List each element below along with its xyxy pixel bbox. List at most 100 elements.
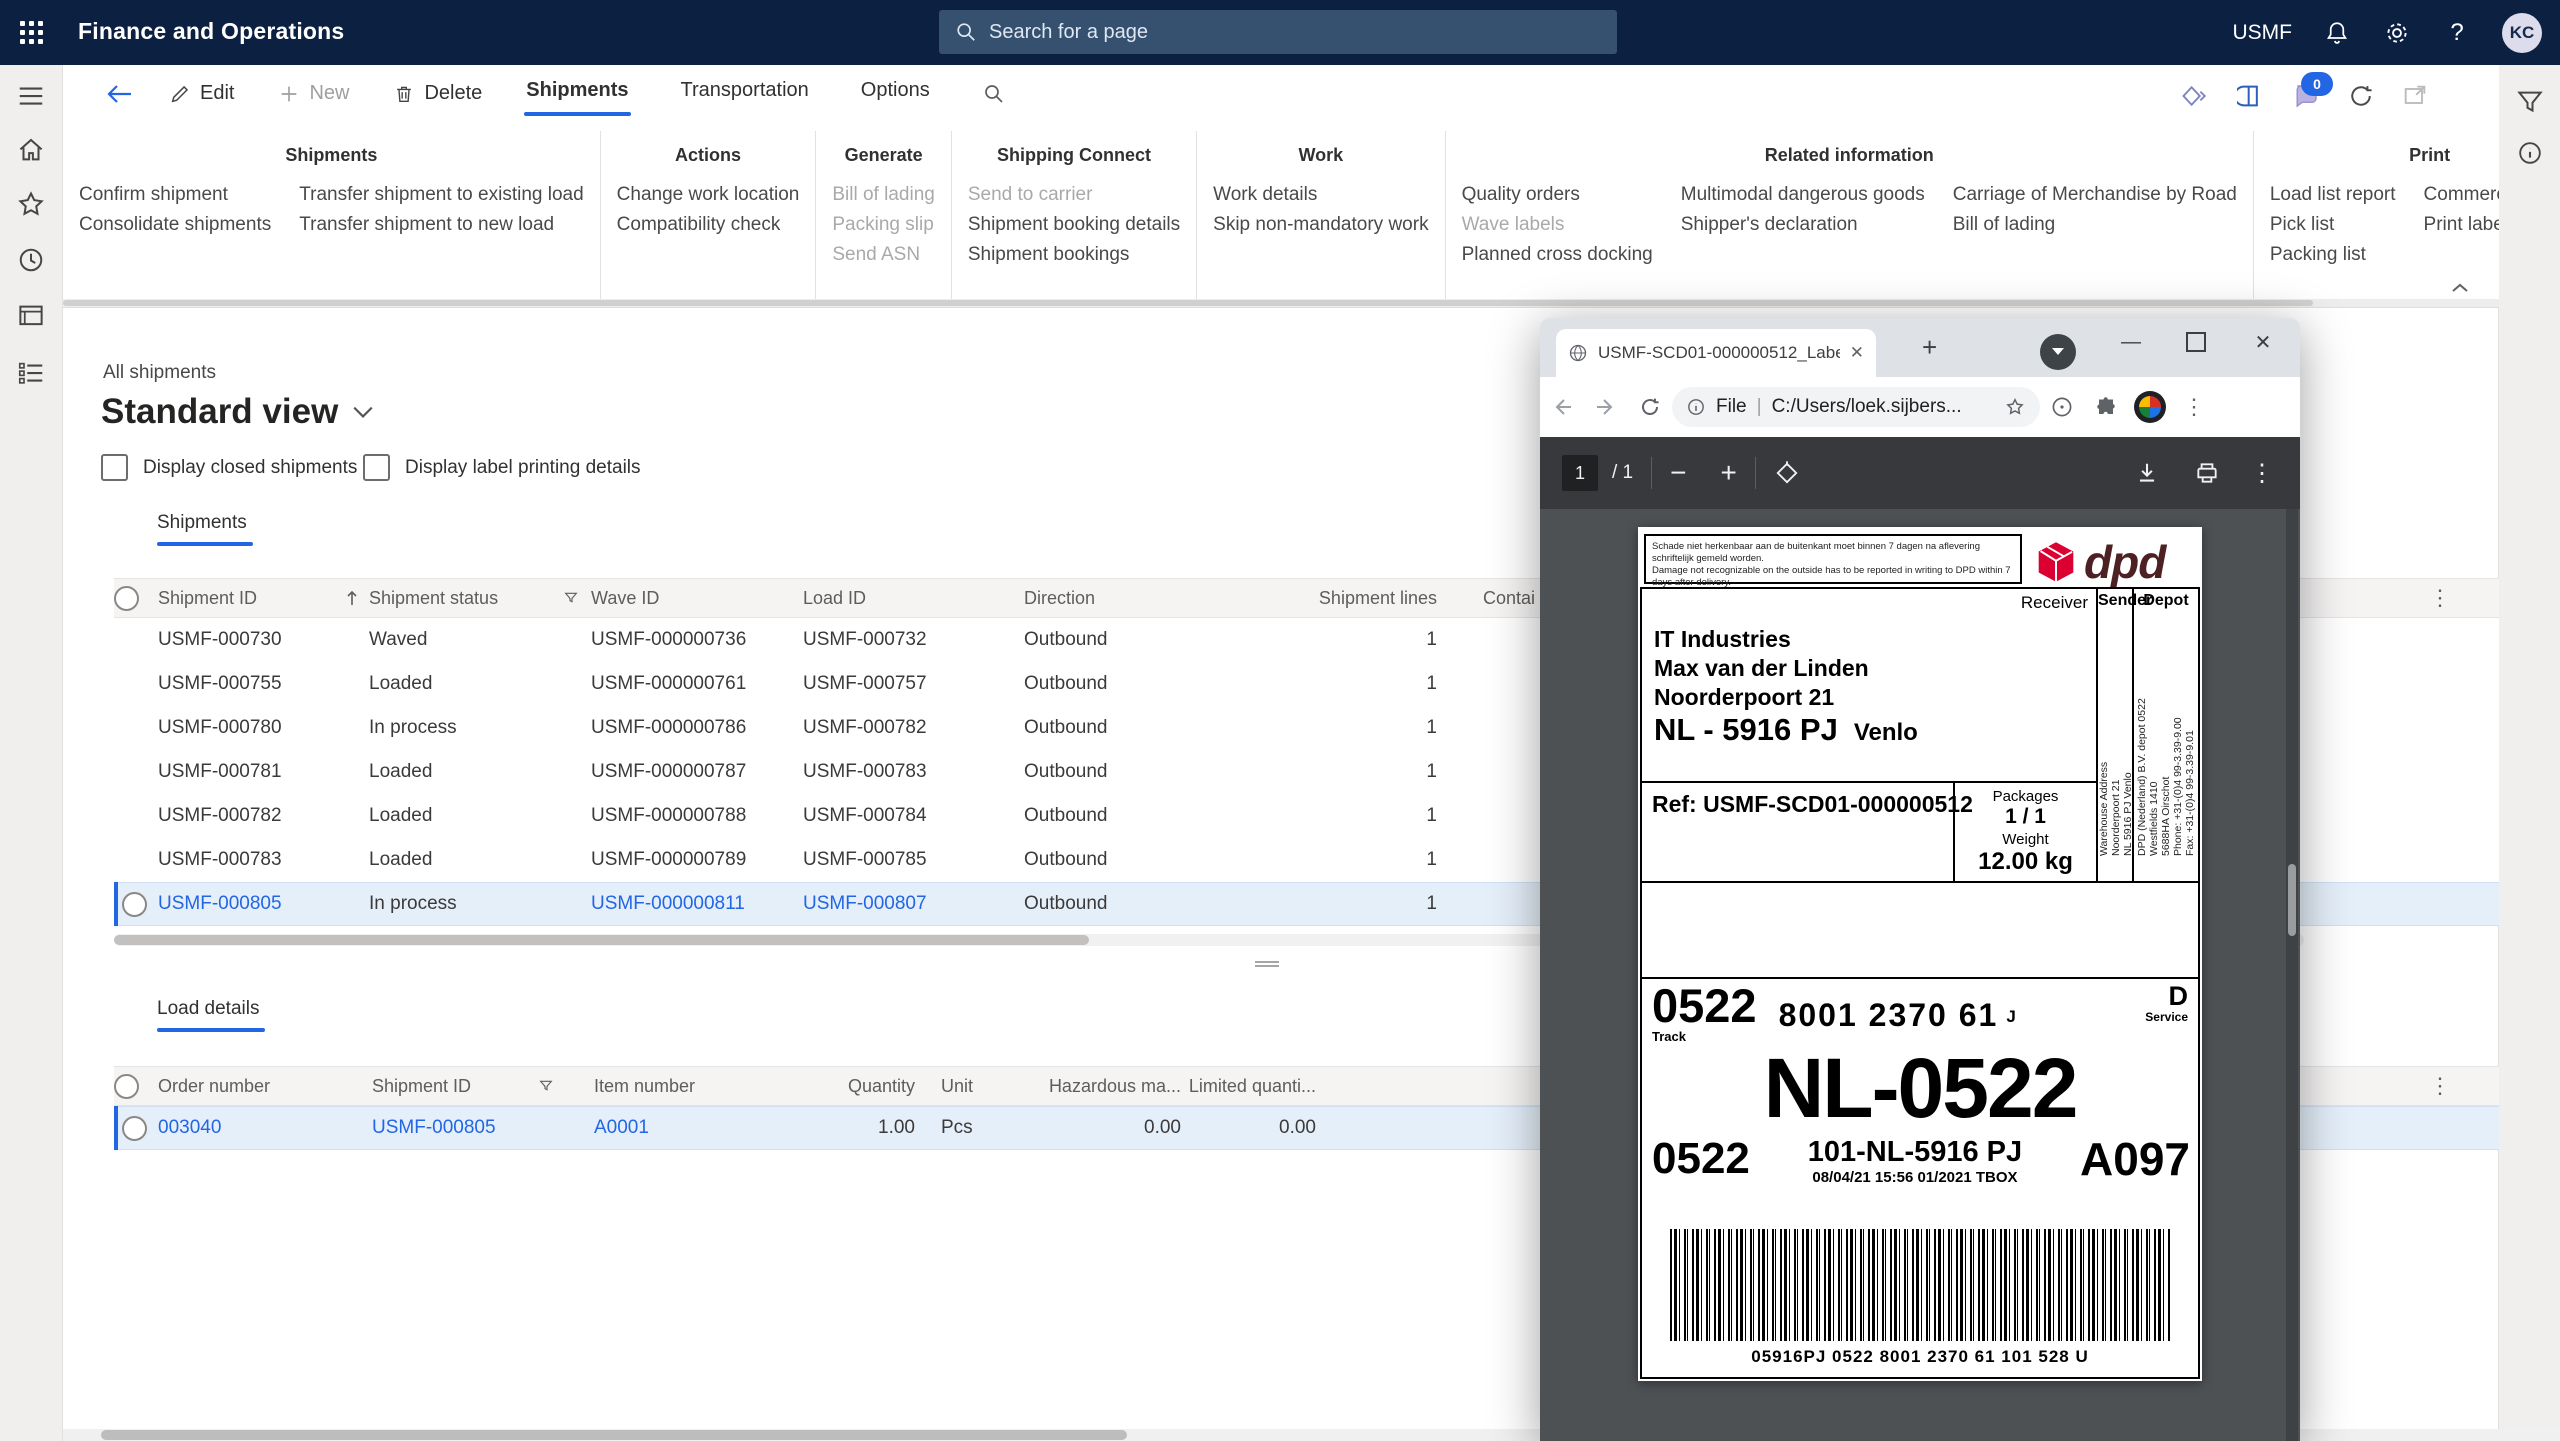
edit-button[interactable]: Edit bbox=[169, 82, 234, 105]
column-header-shipment-id[interactable]: Shipment ID bbox=[372, 1076, 562, 1097]
grid-options-kebab-icon[interactable]: ⋮ bbox=[2429, 1073, 2451, 1099]
maximize-window-icon[interactable] bbox=[2165, 318, 2227, 366]
section-tab-load-details[interactable]: Load details bbox=[157, 998, 266, 1032]
menu-item[interactable]: Skip non-mandatory work bbox=[1213, 210, 1428, 240]
address-input[interactable]: File | C:/Users/loek.sijbers... bbox=[1672, 387, 2040, 427]
order-number-link[interactable]: 003040 bbox=[158, 1117, 372, 1139]
menu-item[interactable]: Change work location bbox=[617, 180, 800, 210]
fit-to-page-icon[interactable] bbox=[1774, 460, 1800, 486]
select-all-radio[interactable] bbox=[114, 1073, 139, 1099]
pdf-scrollbar[interactable] bbox=[2286, 509, 2298, 1441]
company-picker[interactable]: USMF bbox=[2233, 21, 2293, 45]
column-header-load-id[interactable]: Load ID bbox=[803, 588, 1024, 609]
zoom-out-icon[interactable]: − bbox=[1670, 457, 1686, 489]
page-info-icon[interactable] bbox=[1686, 397, 1706, 417]
menu-item[interactable]: Work details bbox=[1213, 180, 1428, 210]
menu-item[interactable]: Confirm shipment bbox=[79, 180, 271, 210]
column-header-wave-id[interactable]: Wave ID bbox=[591, 588, 803, 609]
menu-item[interactable]: Bill of lading bbox=[1953, 210, 2237, 240]
checkbox-display-label-printing-details[interactable]: Display label printing details bbox=[363, 454, 641, 481]
shipment-id-link[interactable]: USMF-000805 bbox=[372, 1117, 562, 1139]
browser-reload-icon[interactable] bbox=[1628, 385, 1672, 429]
menu-item[interactable]: Load list report bbox=[2270, 180, 2396, 210]
new-tab-button[interactable]: + bbox=[1922, 334, 1937, 360]
menu-item[interactable]: Planned cross docking bbox=[1462, 240, 1653, 270]
section-tab-shipments[interactable]: Shipments bbox=[157, 512, 253, 546]
recent-clock-icon[interactable] bbox=[16, 245, 46, 275]
checkbox[interactable] bbox=[101, 454, 128, 481]
hamburger-menu-icon[interactable] bbox=[16, 81, 46, 111]
tab-shipments[interactable]: Shipments bbox=[524, 79, 631, 116]
collapse-ribbon-chevron-icon[interactable] bbox=[2450, 281, 2470, 295]
menu-item[interactable]: Commercial invoice bbox=[2424, 180, 2499, 210]
refresh-icon[interactable] bbox=[2347, 82, 2375, 110]
row-radio[interactable] bbox=[122, 891, 147, 917]
browser-profile-avatar[interactable] bbox=[2128, 385, 2172, 429]
menu-item[interactable]: Carriage of Merchandise by Road bbox=[1953, 180, 2237, 210]
favorites-star-icon[interactable] bbox=[16, 189, 46, 219]
help-icon[interactable]: ? bbox=[2442, 18, 2472, 48]
checkbox-display-closed-shipments[interactable]: Display closed shipments bbox=[101, 454, 357, 481]
column-header-shipment-status[interactable]: Shipment status bbox=[369, 588, 591, 609]
browser-tab[interactable]: USMF-SCD01-000000512_Labe ✕ bbox=[1556, 329, 1876, 377]
menu-item[interactable]: Shipper's declaration bbox=[1681, 210, 1925, 240]
splitter-handle[interactable] bbox=[1254, 958, 1280, 970]
menu-item[interactable]: Print label bbox=[2424, 210, 2499, 240]
info-icon[interactable] bbox=[2516, 139, 2544, 167]
column-header-limited[interactable]: Limited quanti... bbox=[1181, 1076, 1316, 1097]
delete-button[interactable]: Delete bbox=[393, 82, 482, 105]
menu-item[interactable]: Multimodal dangerous goods bbox=[1681, 180, 1925, 210]
menu-item[interactable]: Compatibility check bbox=[617, 210, 800, 240]
download-icon[interactable] bbox=[2134, 460, 2160, 486]
menu-item[interactable]: Transfer shipment to existing load bbox=[299, 180, 583, 210]
menu-item[interactable]: Shipment booking details bbox=[968, 210, 1180, 240]
browser-forward-icon[interactable] bbox=[1584, 385, 1628, 429]
column-header-shipment-id[interactable]: Shipment ID bbox=[158, 588, 369, 609]
column-header-hazardous[interactable]: Hazardous ma... bbox=[1021, 1076, 1181, 1097]
ribbon-scrollbar[interactable] bbox=[63, 299, 2499, 308]
browser-back-icon[interactable] bbox=[1540, 385, 1584, 429]
column-header-order-number[interactable]: Order number bbox=[158, 1076, 372, 1097]
select-all-radio[interactable] bbox=[114, 585, 139, 611]
tab-options[interactable]: Options bbox=[861, 79, 930, 108]
reading-list-icon[interactable] bbox=[2040, 385, 2084, 429]
waffle-apps-icon[interactable] bbox=[20, 21, 44, 45]
download-progress-icon[interactable] bbox=[2040, 334, 2076, 370]
menu-item[interactable]: Transfer shipment to new load bbox=[299, 210, 583, 240]
checkbox[interactable] bbox=[363, 454, 390, 481]
menu-item[interactable]: Consolidate shipments bbox=[79, 210, 271, 240]
menu-item[interactable]: Shipment bookings bbox=[968, 240, 1180, 270]
close-window-icon[interactable]: ✕ bbox=[2232, 318, 2294, 366]
view-title[interactable]: Standard view bbox=[101, 392, 374, 432]
grid-options-kebab-icon[interactable]: ⋮ bbox=[2429, 585, 2451, 611]
zoom-in-icon[interactable]: + bbox=[1720, 457, 1736, 489]
column-header-item-number[interactable]: Item number bbox=[594, 1076, 820, 1097]
home-icon[interactable] bbox=[16, 135, 46, 165]
workspaces-icon[interactable] bbox=[16, 301, 46, 331]
guide-book-icon[interactable] bbox=[2237, 82, 2265, 110]
column-header-shipment-lines[interactable]: Shipment lines bbox=[1284, 588, 1437, 609]
power-apps-icon[interactable] bbox=[2181, 81, 2211, 111]
notifications-bell-icon[interactable] bbox=[2322, 18, 2352, 48]
tab-transportation[interactable]: Transportation bbox=[681, 79, 809, 108]
wave-id-link[interactable]: USMF-000000811 bbox=[591, 893, 803, 915]
shipment-id-link[interactable]: USMF-000805 bbox=[158, 893, 369, 915]
menu-item[interactable]: Packing list bbox=[2270, 240, 2396, 270]
column-header-unit[interactable]: Unit bbox=[941, 1076, 1021, 1097]
settings-gear-icon[interactable] bbox=[2382, 18, 2412, 48]
modules-list-icon[interactable] bbox=[16, 358, 46, 388]
minimize-window-icon[interactable]: — bbox=[2100, 318, 2162, 366]
back-button[interactable] bbox=[103, 81, 133, 107]
load-id-link[interactable]: USMF-000807 bbox=[803, 893, 1024, 915]
close-tab-icon[interactable]: ✕ bbox=[1850, 343, 1864, 363]
user-avatar[interactable]: KC bbox=[2502, 12, 2542, 53]
bookmark-star-icon[interactable] bbox=[2004, 396, 2026, 418]
print-icon[interactable] bbox=[2194, 460, 2220, 486]
extensions-puzzle-icon[interactable] bbox=[2084, 385, 2128, 429]
global-search-input[interactable]: Search for a page bbox=[939, 10, 1617, 54]
browser-menu-kebab-icon[interactable]: ⋮ bbox=[2172, 385, 2216, 429]
menu-item[interactable]: Pick list bbox=[2270, 210, 2396, 240]
column-header-direction[interactable]: Direction bbox=[1024, 588, 1284, 609]
messages-icon[interactable]: 0 bbox=[2291, 72, 2333, 111]
row-radio[interactable] bbox=[122, 1115, 147, 1141]
